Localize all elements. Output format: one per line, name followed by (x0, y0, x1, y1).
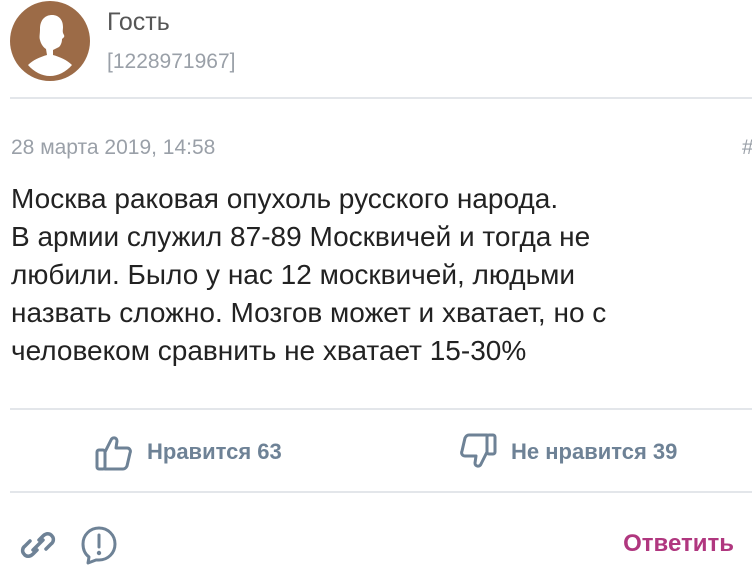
reactions-divider (10, 491, 752, 493)
post-text-line: человеком сравнить не хватает 15-30% (11, 335, 527, 366)
author-id: [1228971967] (107, 50, 236, 73)
report-icon (81, 526, 117, 565)
post-text-line: назвать сложно. Мозгов может и хватает, … (11, 297, 607, 328)
dislike-button[interactable]: Не нравится 39 (458, 430, 677, 474)
author-name[interactable]: Гость (107, 8, 170, 37)
thumbs-up-icon (95, 436, 132, 471)
post-text-line: Москва раковая опухоль русского народа. (11, 183, 559, 214)
post-anchor-link[interactable]: # (742, 136, 752, 160)
report-button[interactable] (79, 525, 119, 565)
post-date: 28 марта 2019, 14:58 (11, 136, 216, 159)
reply-button[interactable]: Ответить (623, 530, 734, 558)
content-divider (10, 408, 752, 410)
like-button[interactable]: Нравится 63 (94, 430, 282, 474)
avatar[interactable] (10, 1, 90, 81)
copy-link-button[interactable] (18, 525, 58, 565)
link-icon (20, 532, 56, 558)
post-text-line: В армии служил 87-89 Москвичей и тогда н… (11, 221, 591, 252)
thumbs-down-icon (460, 433, 497, 468)
person-silhouette-icon (28, 15, 72, 76)
like-count-label: Нравится 63 (147, 439, 282, 464)
post-text-line: любили. Было у нас 12 москвичей, людьми (11, 259, 576, 290)
header-divider (10, 97, 752, 99)
dislike-count-label: Не нравится 39 (511, 439, 678, 464)
post-body: Москва раковая опухоль русского народа. … (11, 180, 746, 370)
